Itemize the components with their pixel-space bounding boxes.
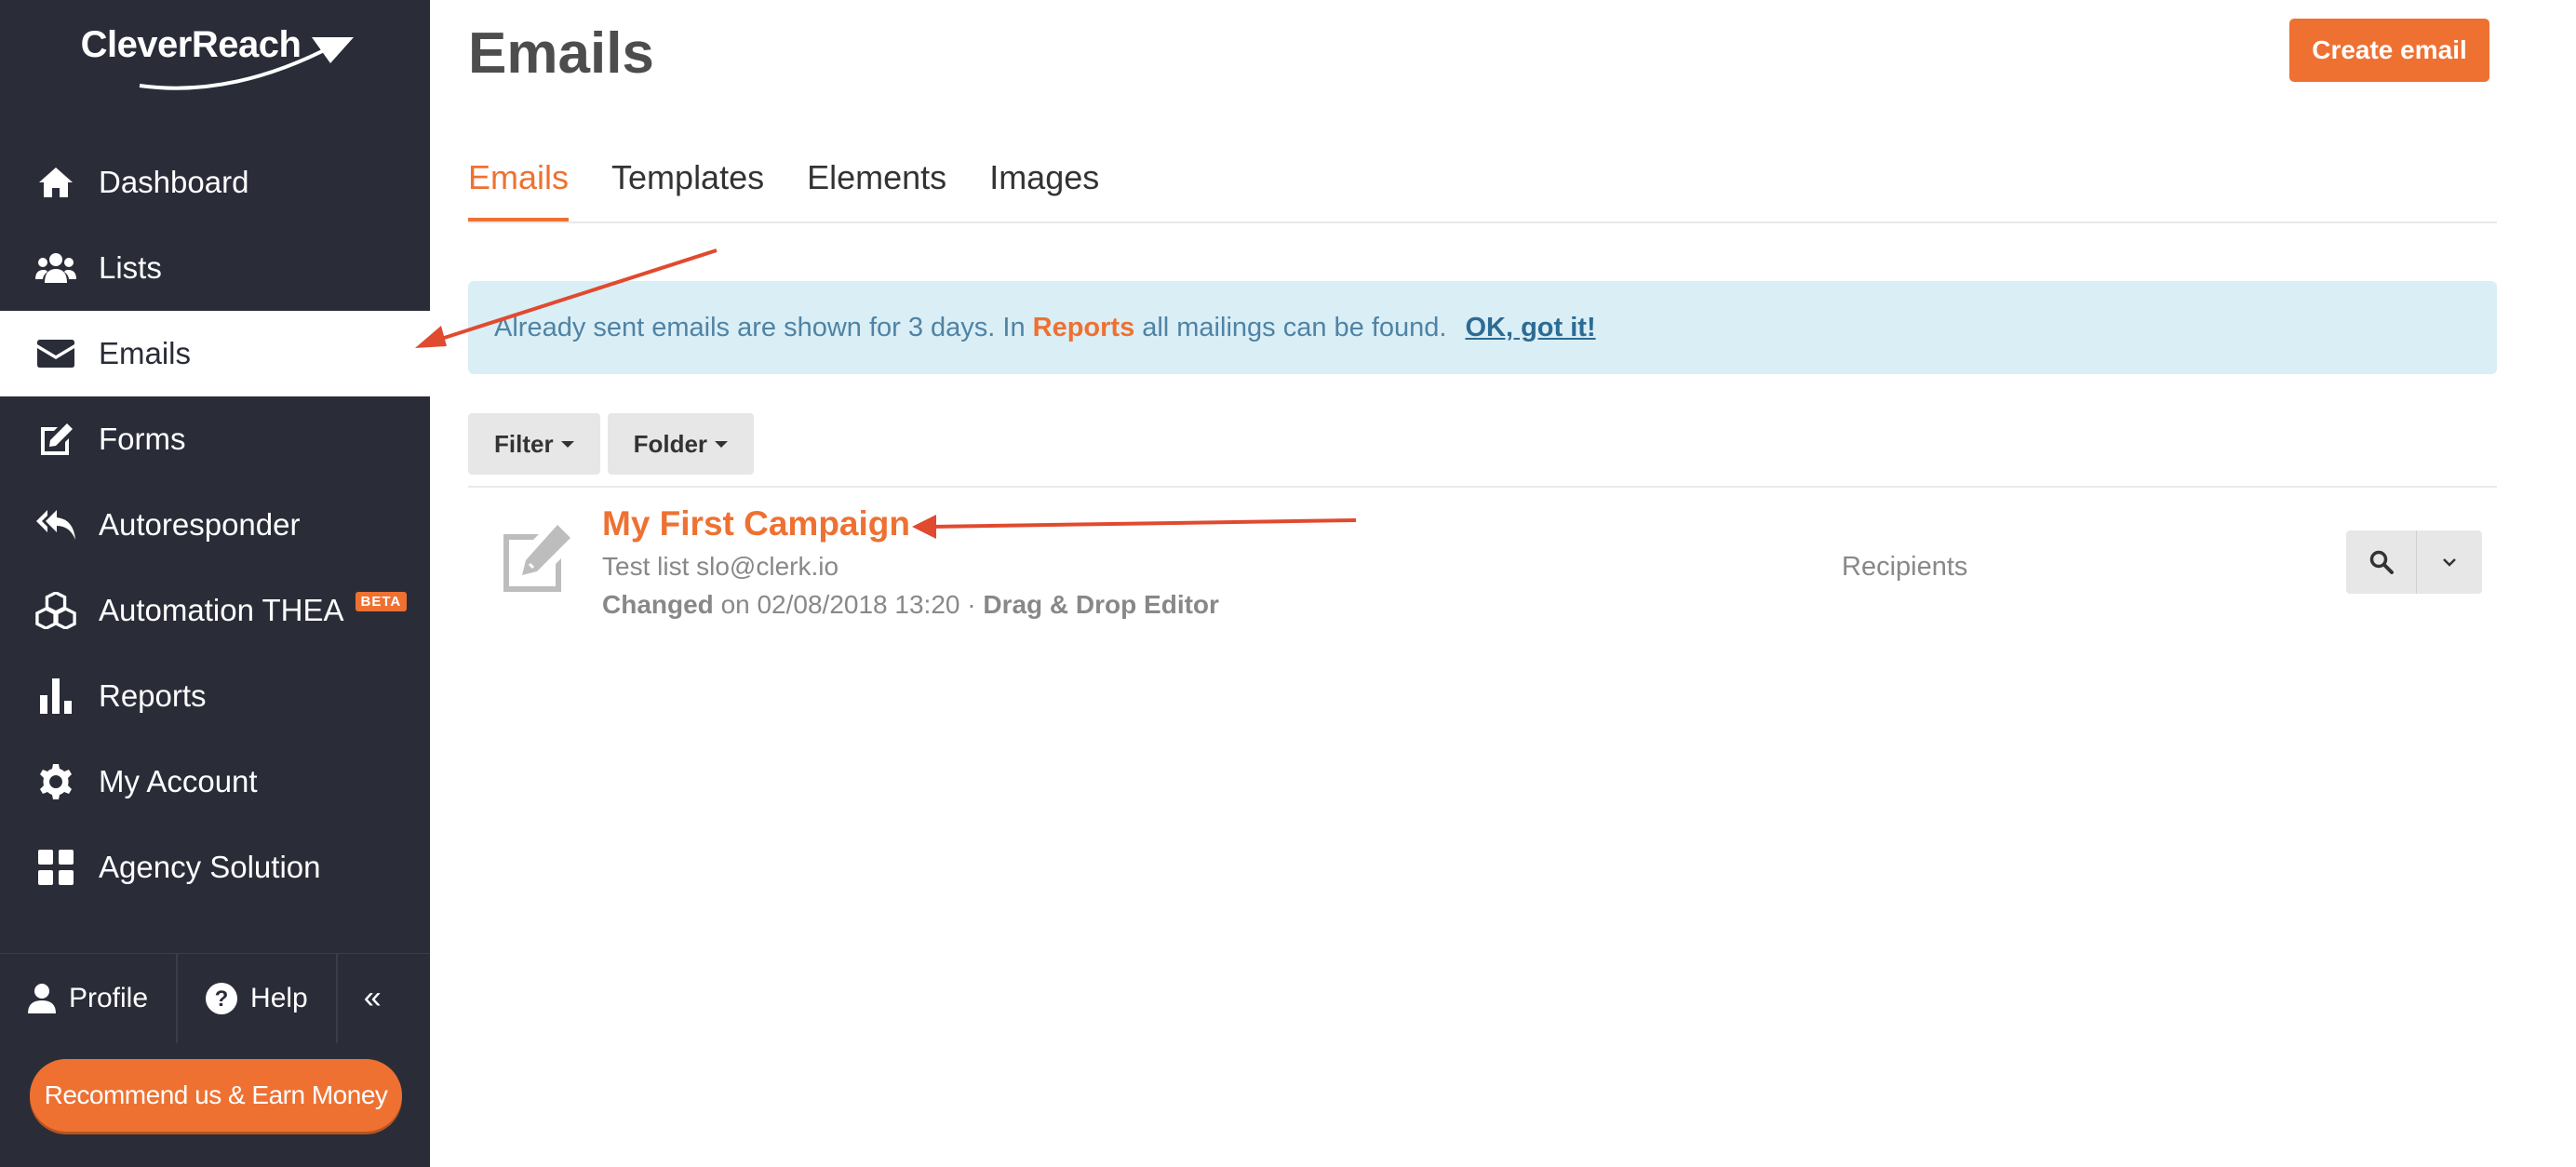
chevron-down-icon [2443,558,2456,567]
sidebar-item-my-account[interactable]: My Account [0,739,430,825]
folder-dropdown[interactable]: Folder [607,413,755,475]
divider [468,486,2497,488]
help-link[interactable]: ? Help [178,954,336,1043]
filter-toolbar: Filter Folder [468,413,761,475]
tab-templates[interactable]: Templates [611,149,764,221]
sidebar-item-label: Dashboard [99,165,249,199]
tab-elements[interactable]: Elements [807,149,946,221]
sidebar-item-dashboard[interactable]: Dashboard [0,140,430,225]
reply-all-icon [35,504,76,545]
sidebar-item-label: Agency Solution [99,850,321,884]
recommend-button[interactable]: Recommend us & Earn Money [30,1059,402,1132]
filter-label: Filter [494,429,554,458]
page-title: Emails [468,21,654,86]
alert-text: Already sent emails are shown for 3 days… [494,312,1026,342]
sidebar: CleverReach Dashboard Lists Emails Forms… [0,0,430,1167]
user-icon [28,983,56,1013]
email-meta: Changed on 02/08/2018 13:20 · Drag & Dro… [602,590,1219,620]
editor-type: Drag & Drop Editor [983,590,1219,619]
profile-link[interactable]: Profile [0,954,176,1043]
tab-images[interactable]: Images [989,149,1099,221]
sidebar-item-autoresponder[interactable]: Autoresponder [0,482,430,568]
gear-icon [35,761,76,802]
bar-chart-icon [35,676,76,717]
sidebar-item-label: Lists [99,250,162,285]
users-icon [35,248,76,288]
sidebar-item-automation-thea[interactable]: Automation THEA BETA [0,568,430,653]
reports-link[interactable]: Reports [1033,313,1135,343]
sidebar-nav: Dashboard Lists Emails Forms Autorespond… [0,140,430,910]
sidebar-item-lists[interactable]: Lists [0,225,430,311]
search-icon [2369,550,2394,574]
caret-down-icon [560,440,574,448]
sidebar-item-label: Reports [99,678,207,713]
caret-down-icon [715,440,729,448]
draft-edit-icon [496,521,574,599]
help-icon: ? [206,982,238,1014]
email-row: My First Campaign Test list slo@clerk.io… [468,493,2497,642]
info-alert: Already sent emails are shown for 3 days… [468,281,2497,374]
grid-icon [35,847,76,888]
changed-date: on 02/08/2018 13:20 · [720,590,976,619]
sidebar-item-label: Automation THEA [99,593,344,627]
email-list: Test list slo@clerk.io [602,552,839,581]
cubes-icon [35,590,76,631]
sidebar-item-label: Forms [99,422,186,456]
more-actions-button[interactable] [2417,530,2482,594]
changed-label: Changed [602,590,714,619]
sidebar-item-agency-solution[interactable]: Agency Solution [0,825,430,910]
beta-badge: BETA [355,591,408,611]
sidebar-item-forms[interactable]: Forms [0,396,430,482]
alert-text-after: all mailings can be found. [1142,312,1447,342]
sidebar-item-label: My Account [99,764,258,798]
tab-bar: Emails Templates Elements Images [468,149,2497,223]
sidebar-item-reports[interactable]: Reports [0,653,430,739]
sidebar-item-label: Autoresponder [99,507,301,542]
help-label: Help [250,982,308,1013]
logo-swoosh-icon [139,37,354,90]
email-title-link[interactable]: My First Campaign [602,504,910,543]
collapse-sidebar-button[interactable]: « [338,980,408,1016]
dismiss-alert-link[interactable]: OK, got it! [1465,313,1595,343]
folder-label: Folder [633,429,708,458]
edit-icon [35,419,76,460]
recipients-label: Recipients [1842,552,1968,582]
envelope-icon [35,333,76,374]
home-icon [35,162,76,203]
profile-label: Profile [69,982,149,1013]
row-actions [2346,530,2482,594]
sidebar-item-label: Emails [99,336,192,370]
sidebar-item-emails[interactable]: Emails [0,311,430,396]
create-email-button[interactable]: Create email [2289,19,2489,82]
logo[interactable]: CleverReach [0,17,430,91]
tab-emails[interactable]: Emails [468,149,570,221]
filter-dropdown[interactable]: Filter [468,413,600,475]
preview-button[interactable] [2346,530,2417,594]
svg-text:?: ? [215,986,229,1012]
sidebar-footer: Profile ? Help « [0,953,430,1043]
